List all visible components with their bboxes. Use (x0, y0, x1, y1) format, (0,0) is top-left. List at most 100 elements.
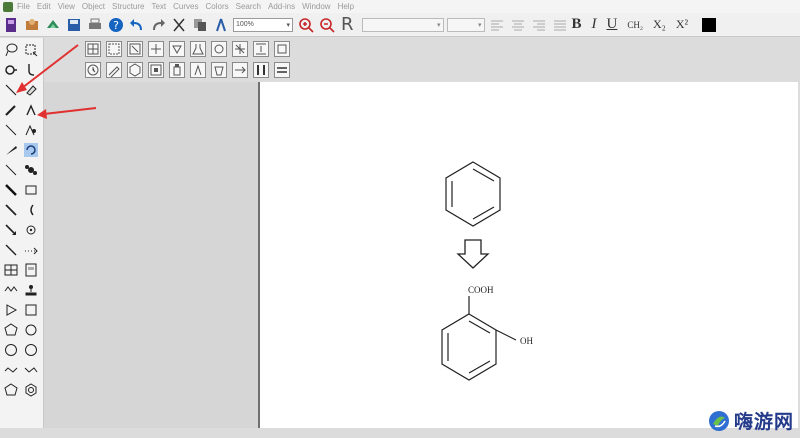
align-vertical-icon[interactable] (253, 41, 269, 57)
italic-button[interactable]: I (592, 16, 597, 33)
salicylic-acid-structure[interactable] (441, 296, 517, 381)
template-cup-icon[interactable] (211, 62, 227, 78)
template-arrow-icon[interactable] (232, 62, 248, 78)
save-icon[interactable] (65, 16, 83, 34)
menu-structure[interactable]: Structure (112, 2, 144, 11)
octagon-ring-icon[interactable] (23, 342, 39, 358)
bold-button[interactable]: B (572, 16, 582, 33)
template-star-icon[interactable] (232, 41, 248, 57)
superscript-button[interactable]: X² (676, 17, 688, 32)
template-flask-icon[interactable] (190, 41, 206, 57)
underline-button[interactable]: U (607, 16, 618, 33)
template-shape-icon[interactable] (169, 41, 185, 57)
tlc-plate-icon[interactable] (23, 262, 39, 278)
bracket-icon[interactable] (23, 202, 39, 218)
color-picker[interactable] (702, 17, 717, 32)
rotate-icon[interactable] (23, 142, 39, 158)
subscript-button[interactable]: X₂ (653, 17, 666, 32)
dotted-line-icon[interactable] (23, 242, 39, 258)
menu-search[interactable]: Search (236, 2, 261, 11)
template-grid-icon[interactable] (85, 41, 101, 57)
pentagon-ring-icon[interactable] (3, 322, 19, 338)
edit-template-icon[interactable] (106, 62, 122, 78)
menu-view[interactable]: View (58, 2, 75, 11)
arrow-tool-icon[interactable] (3, 222, 19, 238)
heptagon-ring-icon[interactable] (3, 342, 19, 358)
chemdraw-icon[interactable] (2, 16, 20, 34)
template-lab-icon[interactable] (190, 62, 206, 78)
template-move-icon[interactable] (148, 41, 164, 57)
menu-help[interactable]: Help (338, 2, 354, 11)
zoom-in-icon[interactable] (297, 16, 315, 34)
recent-icon[interactable] (44, 16, 62, 34)
hashed-bond-icon[interactable] (3, 162, 19, 178)
justify-icon[interactable] (551, 16, 569, 34)
menu-file[interactable]: File (17, 2, 30, 11)
benzene-structure[interactable] (445, 161, 501, 227)
cut-icon[interactable] (170, 16, 188, 34)
dashed-bond-icon[interactable] (3, 122, 19, 138)
paste-icon[interactable] (212, 16, 230, 34)
align-left-icon[interactable] (488, 16, 506, 34)
mass-fragment-icon[interactable] (23, 62, 39, 78)
distribute-icon[interactable] (274, 41, 290, 57)
cyclohexane-ring-icon[interactable] (23, 322, 39, 338)
menu-colors[interactable]: Colors (206, 2, 229, 11)
menu-window[interactable]: Window (302, 2, 330, 11)
align-center-icon[interactable] (509, 16, 527, 34)
eraser-icon[interactable] (23, 82, 39, 98)
split-horizontal-icon[interactable] (274, 62, 290, 78)
drawing-canvas[interactable]: COOH OH (258, 82, 798, 428)
table-icon[interactable] (3, 262, 19, 278)
template-clean-icon[interactable] (211, 41, 227, 57)
rectangle-icon[interactable] (23, 182, 39, 198)
redo-icon[interactable] (149, 16, 167, 34)
split-vertical-icon[interactable] (253, 62, 269, 78)
menu-object[interactable]: Object (82, 2, 105, 11)
zoom-out-icon[interactable] (318, 16, 336, 34)
template-select-icon[interactable] (127, 41, 143, 57)
template-dashed-icon[interactable] (106, 41, 122, 57)
wedge-bond-icon[interactable] (3, 142, 19, 158)
chair-ring-icon[interactable] (3, 362, 19, 378)
structure-perspective-icon[interactable] (3, 62, 19, 78)
square-ring-icon[interactable] (23, 302, 39, 318)
formula-button[interactable]: CH₂ (627, 20, 643, 30)
copy-icon[interactable] (191, 16, 209, 34)
orbital-icon[interactable] (23, 162, 39, 178)
zoom-select[interactable]: 100% ▾ (233, 17, 293, 32)
marquee-icon[interactable] (23, 42, 39, 58)
font-size-select[interactable]: ▾ (446, 17, 485, 32)
triangle-ring-icon[interactable] (3, 302, 19, 318)
timer-icon[interactable] (85, 62, 101, 78)
open-icon[interactable] (23, 16, 41, 34)
bold-bond-icon[interactable] (3, 182, 19, 198)
target-icon[interactable] (23, 222, 39, 238)
r-group-label[interactable]: R (341, 14, 354, 35)
menu-add-ins[interactable]: Add-ins (268, 2, 295, 11)
template-bottle-icon[interactable] (169, 62, 185, 78)
menu-edit[interactable]: Edit (37, 2, 51, 11)
font-select[interactable]: ▾ (361, 17, 444, 32)
align-right-icon[interactable] (530, 16, 548, 34)
reaction-arrow[interactable] (456, 239, 490, 269)
text-tool-icon[interactable] (23, 122, 39, 138)
menu-text[interactable]: Text (151, 2, 166, 11)
template-frame-icon[interactable] (148, 62, 164, 78)
benzene-ring-icon[interactable] (23, 382, 39, 398)
template-hex-icon[interactable] (127, 62, 143, 78)
help-icon[interactable]: ? (107, 16, 125, 34)
chair-ring-alt-icon[interactable] (23, 362, 39, 378)
solid-bond-icon[interactable] (3, 82, 19, 98)
undo-icon[interactable] (128, 16, 146, 34)
acyclic-chain-icon[interactable] (3, 282, 19, 298)
pen-icon[interactable] (3, 102, 19, 118)
multicenter-bond-icon[interactable] (3, 242, 19, 258)
stamp-icon[interactable] (23, 282, 39, 298)
wavy-bond-icon[interactable] (3, 202, 19, 218)
menu-curves[interactable]: Curves (173, 2, 198, 11)
cyclopentadiene-icon[interactable] (3, 382, 19, 398)
chain-icon[interactable] (23, 102, 39, 118)
lasso-icon[interactable] (3, 42, 19, 58)
print-icon[interactable] (86, 16, 104, 34)
